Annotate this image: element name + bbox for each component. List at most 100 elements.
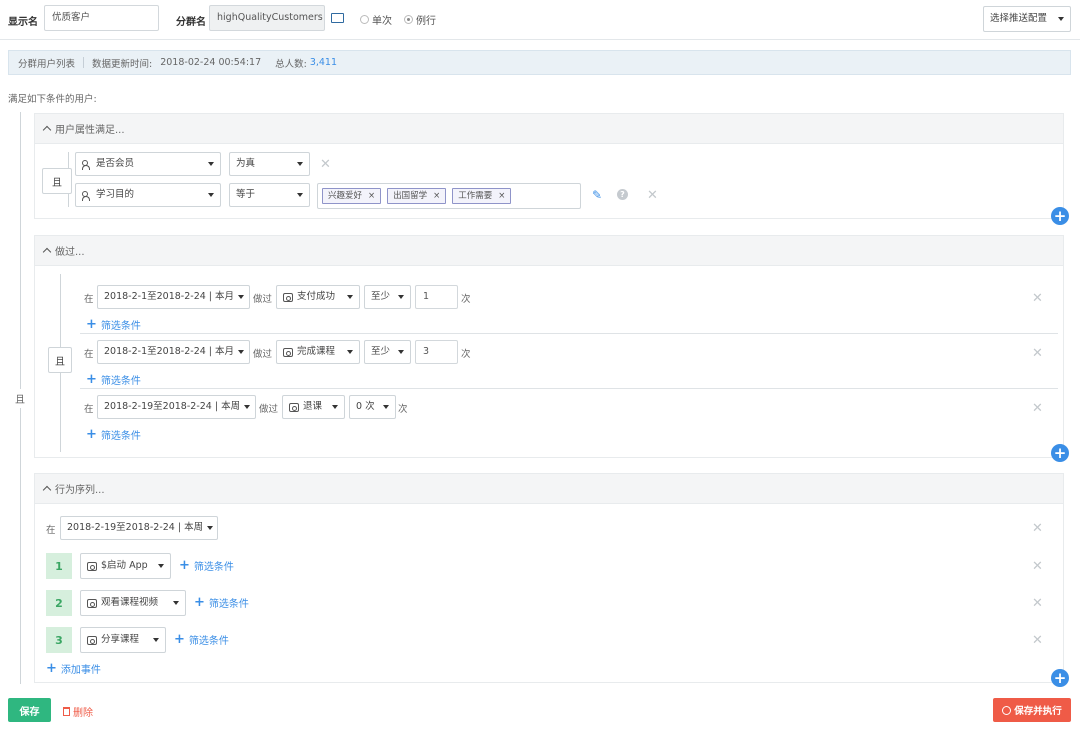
at-label: 在 bbox=[46, 525, 56, 536]
add-event-label: 添加事件 bbox=[60, 665, 101, 676]
property-select-1[interactable]: 是否会员 bbox=[75, 152, 221, 176]
help-icon[interactable]: ? bbox=[617, 189, 628, 200]
display-name-label: 显示名 bbox=[8, 17, 38, 28]
pencil-icon[interactable]: ✎ bbox=[592, 188, 602, 202]
tag-close-icon[interactable]: × bbox=[433, 189, 440, 203]
times-label: 次 bbox=[461, 349, 471, 360]
plus-icon: + bbox=[194, 595, 205, 610]
event-1-label: 支付成功 bbox=[297, 291, 336, 302]
remove-did-row-2-icon[interactable]: ✕ bbox=[1032, 347, 1043, 360]
event-icon bbox=[289, 402, 299, 412]
chevron-down-icon bbox=[207, 526, 214, 530]
date-range-select-2[interactable]: 2018-2-1至2018-2-24 | 本月 bbox=[97, 340, 250, 364]
property-select-2[interactable]: 学习目的 bbox=[75, 183, 221, 207]
step-event-select-2[interactable]: 观看课程视频 bbox=[80, 590, 186, 616]
add-filter-label: 筛选条件 bbox=[100, 321, 141, 332]
step-event-select-3[interactable]: 分享课程 bbox=[80, 627, 166, 653]
update-time-label: 数据更新时间: bbox=[92, 58, 153, 70]
remove-row-1-icon[interactable]: ✕ bbox=[320, 158, 331, 171]
event-3-label: 退课 bbox=[303, 401, 323, 412]
profile-logic-toggle[interactable]: 且 bbox=[42, 168, 72, 194]
count-input-1[interactable]: 1 bbox=[415, 285, 458, 309]
push-config-label: 选择推送配置 bbox=[990, 13, 1048, 24]
plus-icon: + bbox=[86, 427, 97, 442]
remove-step-2-icon[interactable]: ✕ bbox=[1032, 597, 1043, 610]
chevron-down-icon bbox=[1058, 17, 1064, 21]
tag-label: 出国留学 bbox=[393, 191, 428, 201]
sequence-date-select[interactable]: 2018-2-19至2018-2-24 | 本周 bbox=[60, 516, 218, 540]
op-select-1[interactable]: 至少 bbox=[364, 285, 411, 309]
remove-row-2-icon[interactable]: ✕ bbox=[647, 189, 658, 202]
did-label: 做过 bbox=[253, 349, 273, 360]
did-section-title: 做过... bbox=[55, 247, 85, 258]
times-label: 次 bbox=[461, 294, 471, 305]
event-select-1[interactable]: 支付成功 bbox=[276, 285, 360, 309]
push-config-select[interactable]: 选择推送配置 bbox=[983, 6, 1071, 32]
step-number: 2 bbox=[46, 590, 72, 616]
tag-close-icon[interactable]: × bbox=[498, 189, 505, 203]
plus-icon: + bbox=[174, 632, 185, 647]
step-add-filter-2[interactable]: + 筛选条件 bbox=[194, 595, 249, 610]
operator-select-1[interactable]: 为真 bbox=[229, 152, 310, 176]
outer-logic-label[interactable]: 且 bbox=[12, 389, 28, 408]
radio-once[interactable]: 单次 bbox=[360, 12, 392, 27]
display-name-input[interactable]: 优质客户 bbox=[44, 5, 159, 31]
remove-step-1-icon[interactable]: ✕ bbox=[1032, 560, 1043, 573]
step-add-filter-3[interactable]: + 筛选条件 bbox=[174, 632, 229, 647]
did-label: 做过 bbox=[253, 294, 273, 305]
chevron-down-icon bbox=[238, 295, 245, 299]
add-filter-label: 筛选条件 bbox=[208, 599, 249, 610]
remove-did-row-3-icon[interactable]: ✕ bbox=[1032, 402, 1043, 415]
tag-input[interactable]: 兴趣爱好 × 出国留学 × 工作需要 × bbox=[317, 183, 581, 209]
add-filter-1[interactable]: + 筛选条件 bbox=[86, 317, 141, 332]
profile-section-header[interactable]: 用户属性满足... bbox=[34, 113, 1064, 144]
radio-routine[interactable]: 例行 bbox=[404, 12, 436, 27]
save-button[interactable]: 保存 bbox=[8, 698, 51, 722]
step-add-filter-1[interactable]: + 筛选条件 bbox=[179, 558, 234, 573]
delete-button[interactable]: 删除 bbox=[63, 704, 93, 719]
save-and-run-button[interactable]: 保存并执行 bbox=[993, 698, 1071, 722]
op-select-2[interactable]: 至少 bbox=[364, 340, 411, 364]
sequence-section-header[interactable]: 行为序列... bbox=[34, 473, 1064, 504]
id-card-icon[interactable] bbox=[331, 13, 344, 23]
user-property-icon bbox=[82, 159, 92, 170]
sequence-section-body: 在 2018-2-19至2018-2-24 | 本周 ✕ 1 $启动 App +… bbox=[34, 504, 1064, 683]
tag-chip: 工作需要 × bbox=[452, 188, 512, 204]
step-event-select-1[interactable]: $启动 App bbox=[80, 553, 171, 579]
top-toolbar: 显示名 优质客户 分群名 highQualityCustomers 单次 例行 … bbox=[0, 0, 1080, 40]
at-label: 在 bbox=[84, 294, 94, 305]
info-bar: 分群用户列表 数据更新时间: 2018-02-24 00:54:17 总人数: … bbox=[8, 50, 1071, 75]
chevron-down-icon bbox=[297, 193, 303, 197]
user-property-icon bbox=[82, 190, 92, 201]
chevron-down-icon bbox=[398, 350, 404, 354]
profile-section-body: 且 是否会员 为真 ✕ 学习目的 等于 兴趣爱好 × 出国留学 × 工作需要 × ✎ … bbox=[34, 144, 1064, 219]
row-divider bbox=[80, 388, 1058, 389]
count-input-2[interactable]: 3 bbox=[415, 340, 458, 364]
remove-step-3-icon[interactable]: ✕ bbox=[1032, 634, 1043, 647]
add-filter-2[interactable]: + 筛选条件 bbox=[86, 372, 141, 387]
add-filter-3[interactable]: + 筛选条件 bbox=[86, 427, 141, 442]
remove-did-row-1-icon[interactable]: ✕ bbox=[1032, 292, 1043, 305]
profile-section-title: 用户属性满足... bbox=[55, 125, 125, 136]
date-range-select-3[interactable]: 2018-2-19至2018-2-24 | 本周 bbox=[97, 395, 256, 419]
add-profile-condition-icon[interactable]: + bbox=[1051, 207, 1069, 225]
op-select-3[interactable]: 0 次 bbox=[349, 395, 396, 419]
add-sequence-icon[interactable]: + bbox=[1051, 669, 1069, 687]
remove-sequence-icon[interactable]: ✕ bbox=[1032, 522, 1043, 535]
radio-once-label: 单次 bbox=[372, 16, 392, 27]
tag-close-icon[interactable]: × bbox=[368, 189, 375, 203]
group-name-input[interactable]: highQualityCustomers bbox=[209, 5, 325, 31]
plus-icon: + bbox=[179, 558, 190, 573]
add-event-link[interactable]: + 添加事件 bbox=[46, 661, 101, 676]
event-select-2[interactable]: 完成课程 bbox=[276, 340, 360, 364]
event-icon bbox=[87, 635, 97, 645]
clock-icon bbox=[1002, 705, 1012, 715]
date-range-select-1[interactable]: 2018-2-1至2018-2-24 | 本月 bbox=[97, 285, 250, 309]
chevron-down-icon bbox=[208, 162, 214, 166]
did-logic-toggle[interactable]: 且 bbox=[48, 347, 72, 373]
add-did-condition-icon[interactable]: + bbox=[1051, 444, 1069, 462]
event-select-3[interactable]: 退课 bbox=[282, 395, 345, 419]
user-list-link[interactable]: 分群用户列表 bbox=[18, 56, 75, 70]
did-section-header[interactable]: 做过... bbox=[34, 235, 1064, 266]
operator-select-2[interactable]: 等于 bbox=[229, 183, 310, 207]
